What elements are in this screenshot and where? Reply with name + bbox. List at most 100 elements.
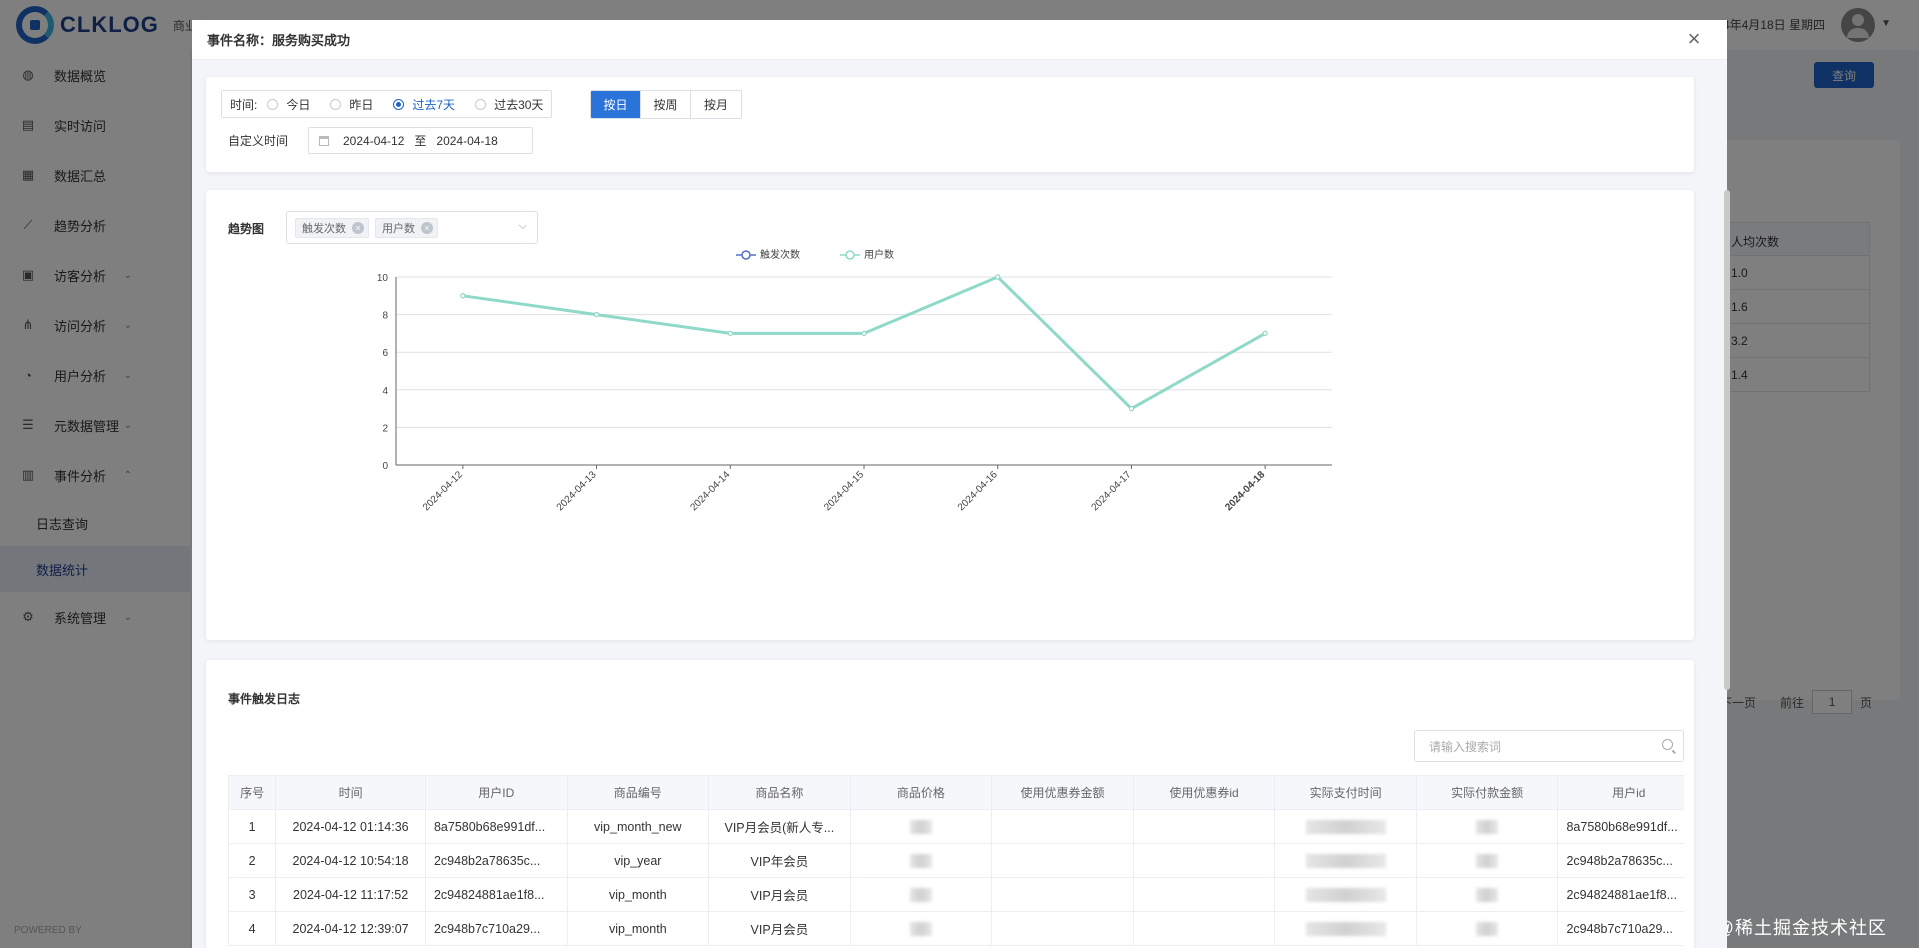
table-header-cell[interactable]: 商品编号 bbox=[566, 775, 710, 810]
date-range-picker[interactable]: 2024-04-12 至 2024-04-18 bbox=[308, 127, 533, 154]
date-start[interactable]: 2024-04-12 bbox=[343, 134, 404, 148]
table-cell: 2c948b7c710a29... bbox=[424, 911, 568, 946]
redacted-value bbox=[1305, 853, 1386, 868]
data-point bbox=[861, 330, 867, 336]
granularity-button[interactable]: 按月 bbox=[691, 91, 741, 118]
table-header-cell[interactable]: 时间 bbox=[275, 775, 426, 810]
table-cell: 3 bbox=[228, 877, 277, 912]
radio-icon bbox=[330, 98, 342, 110]
time-radio-option[interactable]: 过去30天 bbox=[475, 96, 543, 113]
table-cell: VIP月会员(新人专... bbox=[708, 809, 851, 844]
series-line bbox=[462, 275, 1266, 411]
granularity-button[interactable]: 按周 bbox=[641, 91, 691, 118]
time-radio-group: 时间: 今日 昨日 过去7天 过去30天 bbox=[221, 90, 553, 118]
table-header-row: 序号 时间 用户ID 商品编号 商品名称 商品价格 使用优惠券金额 使用优惠券id 实际支付时间… bbox=[228, 775, 1684, 810]
table-row[interactable]: 3 2024-04-12 11:17:52 2c94824881ae1f8... vi… bbox=[228, 877, 1684, 912]
search-input[interactable]: 请输入搜索词 bbox=[1414, 730, 1684, 762]
event-log-card: 事件触发日志 请输入搜索词 序号 时间 用户ID 商品编号 商品名称 商品价格 使用优惠券金… bbox=[206, 660, 1694, 948]
redacted-value bbox=[909, 819, 932, 834]
table-cell: 2024-04-12 11:17:52 bbox=[275, 877, 426, 912]
x-tick-label: 2024-04-14 bbox=[688, 469, 732, 513]
modal-scrollbar[interactable] bbox=[1724, 190, 1730, 690]
data-point bbox=[594, 312, 600, 318]
table-cell bbox=[849, 809, 993, 844]
table-header-cell[interactable]: 实际支付时间 bbox=[1274, 775, 1417, 810]
table-cell: VIP年会员 bbox=[708, 843, 851, 878]
tag-remove-icon[interactable]: × bbox=[421, 221, 433, 234]
redacted-value bbox=[1476, 819, 1499, 834]
table-cell: 2024-04-12 10:54:18 bbox=[275, 843, 426, 878]
table-cell: 2c94824881ae1f8... bbox=[424, 877, 568, 912]
radio-icon bbox=[267, 98, 279, 110]
data-point bbox=[1262, 330, 1268, 336]
y-tick-label: 8 bbox=[382, 311, 388, 322]
table-cell: vip_year bbox=[566, 843, 710, 878]
redacted-value bbox=[909, 887, 932, 902]
redacted-value bbox=[909, 853, 932, 868]
table-cell bbox=[991, 911, 1134, 946]
trend-chart: 0 2 4 6 8 10 2024-04-12 2024-04-13 2024-04-14 202… bbox=[377, 248, 1332, 513]
table-cell: 2c948b2a78635c... bbox=[424, 843, 568, 878]
table-cell bbox=[1274, 843, 1417, 878]
table-header-cell[interactable]: 实际付款金额 bbox=[1415, 775, 1559, 810]
table-cell bbox=[991, 809, 1134, 844]
search-placeholder: 请输入搜索词 bbox=[1429, 739, 1502, 754]
legend-label: 用户数 bbox=[864, 248, 894, 261]
table-cell: vip_month bbox=[566, 911, 710, 946]
x-tick-label: 2024-04-17 bbox=[1090, 469, 1134, 513]
redacted-value bbox=[1476, 921, 1499, 936]
custom-time-label: 自定义时间 bbox=[228, 134, 289, 148]
table-cell: vip_month_new bbox=[566, 809, 710, 844]
time-radio-option[interactable]: 今日 bbox=[267, 96, 310, 113]
table-cell bbox=[1132, 877, 1276, 912]
table-header-cell[interactable]: 使用优惠券金额 bbox=[991, 775, 1134, 810]
time-radio-option[interactable]: 过去7天 bbox=[393, 96, 455, 113]
table-cell: 2c94824881ae1f8... bbox=[1557, 877, 1684, 912]
time-radio-option[interactable]: 昨日 bbox=[330, 96, 373, 113]
table-row[interactable]: 1 2024-04-12 01:14:36 8a7580b68e991df... vi… bbox=[228, 809, 1684, 844]
y-tick-label: 6 bbox=[382, 348, 388, 359]
table-cell: 2c948b7c710a29... bbox=[1557, 911, 1684, 946]
data-point bbox=[1128, 406, 1134, 412]
table-cell bbox=[1132, 843, 1276, 878]
x-tick-label: 2024-04-16 bbox=[956, 469, 1000, 513]
table-header-cell[interactable]: 使用优惠券id bbox=[1132, 775, 1276, 810]
date-end[interactable]: 2024-04-18 bbox=[436, 134, 497, 148]
search-icon[interactable] bbox=[1662, 739, 1673, 750]
tag-remove-icon[interactable]: × bbox=[352, 221, 364, 234]
table-row[interactable]: 4 2024-04-12 12:39:07 2c948b7c710a29... vip… bbox=[228, 911, 1684, 946]
chevron-down-icon: ⌵ bbox=[518, 220, 527, 232]
table-cell bbox=[991, 877, 1134, 912]
table-row[interactable]: 2 2024-04-12 10:54:18 2c948b2a78635c... vip… bbox=[228, 843, 1684, 878]
close-icon[interactable]: × bbox=[1681, 26, 1707, 52]
table-cell bbox=[1415, 877, 1559, 912]
x-tick-label: 2024-04-15 bbox=[822, 469, 866, 513]
trend-chart-card: 0 2 4 6 8 10 2024-04-12 2024-04-13 2024-04-14 202… bbox=[206, 190, 1694, 640]
table-header-cell[interactable]: 商品价格 bbox=[849, 775, 993, 810]
granularity-button[interactable]: 按日 bbox=[591, 91, 641, 118]
log-table: 序号 时间 用户ID 商品编号 商品名称 商品价格 使用优惠券金额 使用优惠券id 实际支付时间… bbox=[228, 775, 1684, 946]
redacted-value bbox=[1305, 819, 1386, 834]
table-cell bbox=[1132, 911, 1276, 946]
y-tick-label: 2 bbox=[382, 423, 388, 434]
metric-select[interactable]: 触发次数 × 用户数 × ⌵ bbox=[286, 211, 538, 244]
table-cell bbox=[1415, 809, 1559, 844]
legend-label: 触发次数 bbox=[760, 248, 800, 261]
table-header-cell[interactable]: 用户ID bbox=[424, 775, 568, 810]
radio-icon bbox=[393, 98, 405, 110]
y-tick-label: 4 bbox=[382, 386, 388, 397]
table-cell: vip_month bbox=[566, 877, 710, 912]
table-cell: 2024-04-12 01:14:36 bbox=[275, 809, 426, 844]
radio-label: 过去30天 bbox=[494, 97, 544, 112]
redacted-value bbox=[1305, 921, 1386, 936]
event-modal: 事件名称：服务购买成功 × 时间: 今日 昨日 过去7天 过去30天 按日 按周 按月 自… bbox=[192, 20, 1727, 948]
redacted-value bbox=[1476, 853, 1499, 868]
y-tick-label: 10 bbox=[377, 273, 389, 284]
table-header-cell[interactable]: 用户id bbox=[1557, 775, 1684, 810]
table-cell bbox=[1415, 843, 1559, 878]
table-header-cell[interactable]: 序号 bbox=[228, 775, 277, 810]
table-cell bbox=[1415, 911, 1559, 946]
table-header-cell[interactable]: 商品名称 bbox=[708, 775, 851, 810]
metric-tag: 用户数 × bbox=[375, 217, 438, 238]
radio-label: 今日 bbox=[286, 97, 311, 112]
